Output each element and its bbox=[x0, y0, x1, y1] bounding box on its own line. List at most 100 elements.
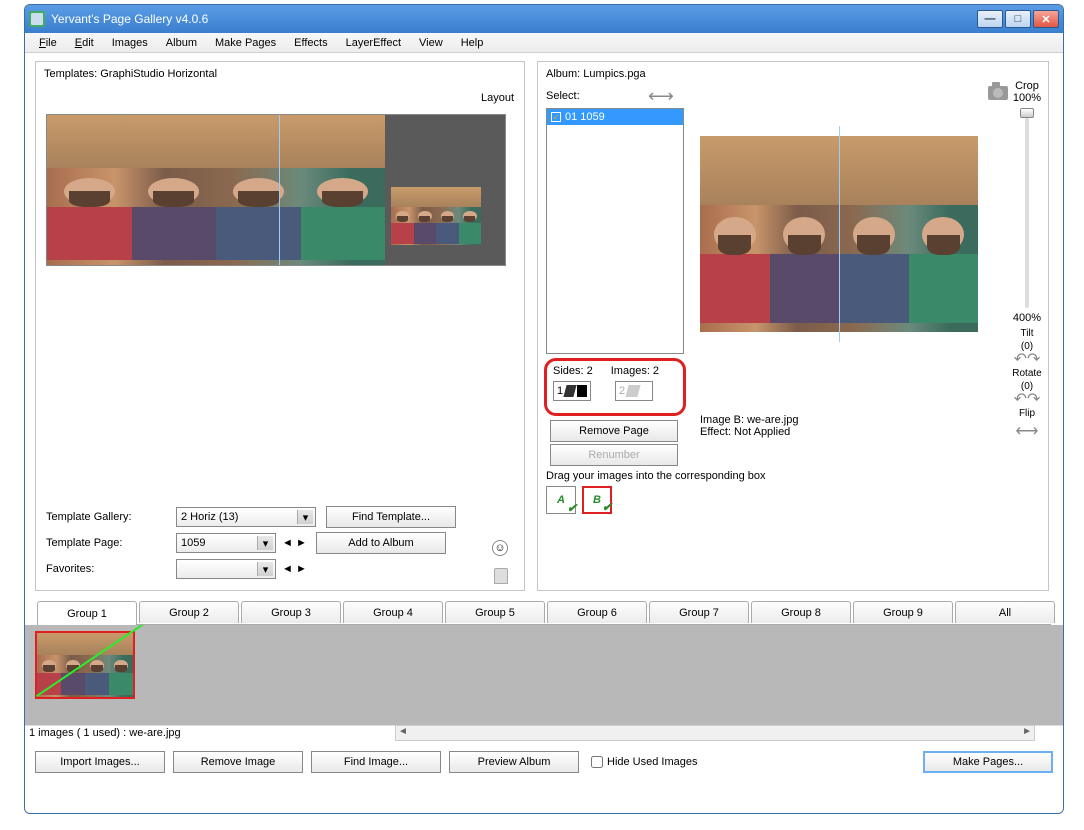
app-window: Yervant's Page Gallery v4.0.6 — □ ✕ File… bbox=[24, 4, 1064, 814]
template-page-label: Template Page: bbox=[46, 537, 176, 549]
flip-label: Flip bbox=[1019, 408, 1035, 419]
maximize-button[interactable]: □ bbox=[1005, 10, 1031, 28]
image-strip[interactable] bbox=[25, 625, 1063, 725]
image-thumbnail[interactable] bbox=[35, 631, 135, 699]
window-title: Yervant's Page Gallery v4.0.6 bbox=[51, 12, 977, 26]
remove-image-button[interactable]: Remove Image bbox=[173, 751, 303, 773]
make-pages-button[interactable]: Make Pages... bbox=[923, 751, 1053, 773]
sides-images-box: Sides: 2 Images: 2 1 2 bbox=[544, 358, 686, 416]
page-divider bbox=[279, 115, 280, 265]
menu-view[interactable]: View bbox=[411, 35, 451, 51]
tab-group-5[interactable]: Group 5 bbox=[445, 601, 545, 623]
page-icon bbox=[626, 385, 641, 397]
album-name: Lumpics.pga bbox=[583, 68, 645, 80]
prev-favorite-button[interactable]: ◄ bbox=[282, 563, 292, 575]
add-to-album-button[interactable]: Add to Album bbox=[316, 532, 446, 554]
minimize-button[interactable]: — bbox=[977, 10, 1003, 28]
camera-icon[interactable] bbox=[988, 86, 1008, 100]
drop-box-b[interactable]: B✔ bbox=[582, 486, 612, 514]
image-info: Image B: we-are.jpg Effect: Not Applied bbox=[700, 414, 798, 438]
pages-listbox[interactable]: ✓ 01 1059 bbox=[546, 108, 684, 354]
thumbnail-image bbox=[37, 633, 133, 697]
tab-group-6[interactable]: Group 6 bbox=[547, 601, 647, 623]
next-page-button[interactable]: ► bbox=[296, 537, 306, 549]
menu-help[interactable]: Help bbox=[453, 35, 492, 51]
renumber-button: Renumber bbox=[550, 444, 678, 466]
album-panel: Album: Lumpics.pga Select: ⟷ ✓ 01 1059 bbox=[537, 61, 1049, 591]
find-template-button[interactable]: Find Template... bbox=[326, 506, 456, 528]
drop-box-a[interactable]: A✔ bbox=[546, 486, 576, 514]
hide-used-checkbox[interactable]: Hide Used Images bbox=[591, 756, 698, 768]
tab-group-9[interactable]: Group 9 bbox=[853, 601, 953, 623]
templates-name: GraphiStudio Horizontal bbox=[100, 68, 217, 80]
menubar: File Edit Images Album Make Pages Effect… bbox=[25, 33, 1063, 53]
favorites-combo[interactable]: ▾ bbox=[176, 559, 276, 579]
tab-group-3[interactable]: Group 3 bbox=[241, 601, 341, 623]
album-preview[interactable] bbox=[700, 136, 978, 332]
side-cell-2[interactable]: 2 bbox=[615, 381, 653, 401]
page-center-line bbox=[839, 126, 840, 342]
client-area: Templates: GraphiStudio Horizontal Layou… bbox=[25, 53, 1063, 813]
check-icon: ✓ bbox=[551, 112, 561, 122]
preview-album-button[interactable]: Preview Album bbox=[449, 751, 579, 773]
menu-make-pages[interactable]: Make Pages bbox=[207, 35, 284, 51]
favorites-label: Favorites: bbox=[46, 563, 176, 575]
tab-group-2[interactable]: Group 2 bbox=[139, 601, 239, 623]
list-item[interactable]: ✓ 01 1059 bbox=[547, 109, 683, 125]
trash-icon[interactable] bbox=[494, 568, 508, 584]
menu-edit[interactable]: Edit bbox=[67, 35, 102, 51]
preview-image-large bbox=[47, 115, 385, 266]
remove-page-button[interactable]: Remove Page bbox=[550, 420, 678, 442]
menu-layereffect[interactable]: LayerEffect bbox=[338, 35, 409, 51]
tab-group-4[interactable]: Group 4 bbox=[343, 601, 443, 623]
rotate-arrows-icon[interactable]: ↶↷ bbox=[1014, 394, 1041, 406]
prev-page-button[interactable]: ◄ bbox=[282, 537, 292, 549]
chevron-down-icon: ▾ bbox=[257, 536, 273, 550]
templates-header: Templates: GraphiStudio Horizontal bbox=[36, 62, 524, 86]
menu-images[interactable]: Images bbox=[104, 35, 156, 51]
horizontal-scrollbar[interactable] bbox=[395, 725, 1035, 741]
images-label: Images: 2 bbox=[611, 365, 659, 377]
chevron-down-icon: ▾ bbox=[297, 510, 313, 524]
bottom-toolbar: Import Images... Remove Image Find Image… bbox=[25, 745, 1063, 779]
crop-slider[interactable] bbox=[1025, 108, 1029, 308]
titlebar[interactable]: Yervant's Page Gallery v4.0.6 — □ ✕ bbox=[25, 5, 1063, 33]
next-favorite-button[interactable]: ► bbox=[296, 563, 306, 575]
page-icon bbox=[564, 385, 577, 397]
tab-all[interactable]: All bbox=[955, 601, 1055, 623]
select-label: Select: bbox=[546, 90, 580, 102]
album-header: Album: Lumpics.pga bbox=[538, 62, 1048, 86]
smiley-icon[interactable]: ☺ bbox=[492, 540, 508, 556]
tab-group-8[interactable]: Group 8 bbox=[751, 601, 851, 623]
crop-bottom-label: 400% bbox=[1008, 312, 1046, 324]
tilt-label: Tilt bbox=[1021, 328, 1034, 339]
tab-group-1[interactable]: Group 1 bbox=[37, 601, 137, 625]
import-images-button[interactable]: Import Images... bbox=[35, 751, 165, 773]
menu-album[interactable]: Album bbox=[158, 35, 205, 51]
template-preview[interactable] bbox=[46, 114, 506, 266]
template-gallery-combo[interactable]: 2 Horiz (13)▾ bbox=[176, 507, 316, 527]
flip-arrows-icon[interactable]: ⟷ bbox=[1016, 421, 1039, 441]
crop-label: Crop bbox=[1008, 80, 1046, 92]
nav-arrows-icon[interactable]: ⟷ bbox=[648, 86, 674, 107]
crop-top-label: 100% bbox=[1008, 92, 1046, 104]
app-icon bbox=[29, 11, 45, 27]
templates-panel: Templates: GraphiStudio Horizontal Layou… bbox=[35, 61, 525, 591]
slider-thumb[interactable] bbox=[1020, 108, 1034, 118]
tilt-arrows-icon[interactable]: ↶↷ bbox=[1014, 354, 1041, 366]
template-page-combo[interactable]: 1059▾ bbox=[176, 533, 276, 553]
tab-group-7[interactable]: Group 7 bbox=[649, 601, 749, 623]
side-controls: Crop 100% 400% Tilt (0) ↶↷ Rotate (0) ↶↷… bbox=[1008, 80, 1046, 441]
close-button[interactable]: ✕ bbox=[1033, 10, 1059, 28]
preview-image-small bbox=[391, 187, 481, 245]
check-icon: ✔ bbox=[602, 500, 612, 514]
group-tabs: Group 1 Group 2 Group 3 Group 4 Group 5 … bbox=[37, 601, 1051, 625]
menu-effects[interactable]: Effects bbox=[286, 35, 335, 51]
find-image-button[interactable]: Find Image... bbox=[311, 751, 441, 773]
drag-instruction: Drag your images into the corresponding … bbox=[546, 470, 766, 482]
image-effect-label: Effect: Not Applied bbox=[700, 426, 798, 438]
sides-label: Sides: 2 bbox=[553, 365, 593, 377]
check-icon: ✔ bbox=[567, 501, 577, 515]
menu-file[interactable]: File bbox=[31, 35, 65, 51]
side-cell-1[interactable]: 1 bbox=[553, 381, 591, 401]
